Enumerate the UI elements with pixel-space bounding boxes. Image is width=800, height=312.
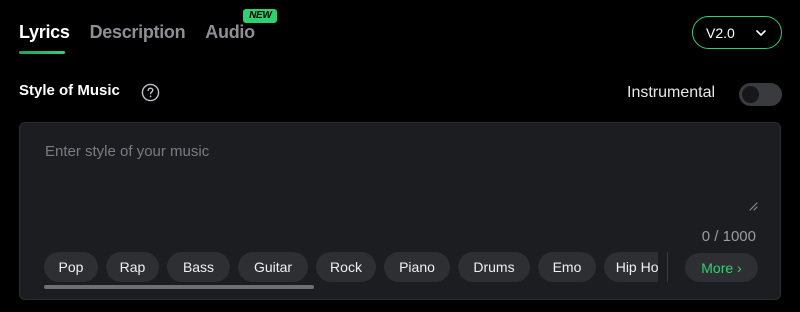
tab-audio[interactable]: Audio NEW bbox=[205, 9, 278, 46]
chip-pop[interactable]: Pop bbox=[44, 252, 98, 282]
version-label: V2.0 bbox=[706, 24, 735, 41]
tab-description-label: Description bbox=[89, 22, 186, 42]
style-input-panel: 0 / 1000 Pop Rap Bass Guitar Rock Piano … bbox=[19, 122, 781, 300]
chip-guitar[interactable]: Guitar bbox=[238, 252, 308, 282]
instrumental-toggle[interactable] bbox=[739, 83, 782, 106]
chip-rock[interactable]: Rock bbox=[316, 252, 376, 282]
chevron-down-icon bbox=[756, 30, 766, 36]
tab-lyrics[interactable]: Lyrics bbox=[19, 18, 70, 54]
chip-piano[interactable]: Piano bbox=[384, 252, 450, 282]
new-badge: NEW bbox=[243, 9, 278, 23]
chip-emo[interactable]: Emo bbox=[538, 252, 596, 282]
active-tab-indicator bbox=[19, 51, 65, 54]
resize-handle-icon[interactable] bbox=[748, 201, 758, 211]
more-styles-button[interactable]: More › bbox=[685, 253, 758, 282]
chip-bass[interactable]: Bass bbox=[167, 252, 230, 282]
tab-description[interactable]: Description bbox=[90, 18, 186, 46]
toggle-knob bbox=[742, 86, 759, 103]
chip-rap[interactable]: Rap bbox=[106, 252, 159, 282]
style-input[interactable] bbox=[20, 123, 760, 213]
tab-audio-label: Audio bbox=[205, 22, 255, 42]
chips-divider bbox=[667, 252, 668, 282]
style-of-music-title: Style of Music bbox=[19, 82, 120, 99]
question-circle-icon[interactable] bbox=[141, 83, 160, 102]
tab-lyrics-label: Lyrics bbox=[19, 22, 70, 42]
version-select[interactable]: V2.0 bbox=[692, 16, 782, 49]
style-chips-list: Pop Rap Bass Guitar Rock Piano Drums Emo… bbox=[44, 252, 658, 282]
chip-drums[interactable]: Drums bbox=[458, 252, 530, 282]
instrumental-label: Instrumental bbox=[627, 84, 716, 101]
chip-hip-hop[interactable]: Hip Hop bbox=[604, 252, 658, 282]
tab-bar: Lyrics Description Audio NEW bbox=[19, 9, 278, 54]
character-counter: 0 / 1000 bbox=[701, 228, 756, 245]
chips-scrollbar[interactable] bbox=[44, 285, 314, 289]
